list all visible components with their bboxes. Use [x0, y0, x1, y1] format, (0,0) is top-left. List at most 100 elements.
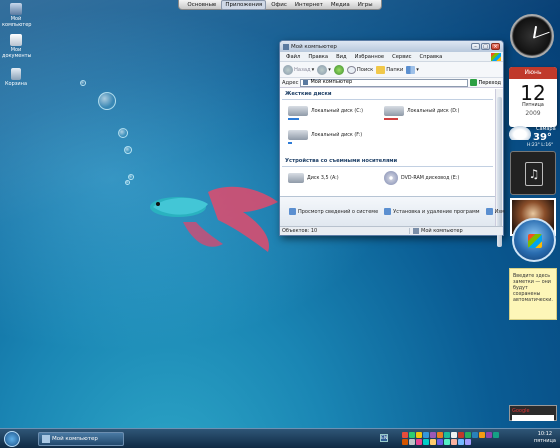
tray-app-icon[interactable] [479, 432, 485, 438]
launcher-tab-games[interactable]: Игры [355, 1, 376, 9]
dvd-drive-icon [384, 171, 398, 185]
address-input[interactable]: Мой компьютер [300, 78, 469, 87]
minimize-button[interactable]: – [471, 43, 480, 50]
folders-button[interactable]: Папки [376, 65, 403, 74]
drive-item-a[interactable]: Диск 3,5 (A:) [288, 173, 339, 183]
views-button[interactable]: ▾ [406, 65, 419, 74]
desktop-icon-my-documents[interactable]: Мои документы [2, 34, 31, 59]
up-button[interactable] [333, 64, 344, 75]
start-orb-gadget[interactable] [512, 218, 556, 262]
drive-label: Локальный диск (F:) [311, 132, 363, 138]
task-label: Изм [494, 208, 505, 215]
windows-logo-icon [4, 430, 20, 447]
window-title: Мой компьютер [291, 43, 337, 50]
menu-view[interactable]: Вид [332, 54, 351, 60]
tray-app-icon[interactable] [423, 432, 429, 438]
wallpaper-bubble [98, 92, 116, 110]
task-change-setting[interactable]: Изм [485, 208, 505, 215]
calendar-month: Июнь [509, 67, 557, 79]
launcher-tab-basic[interactable]: Основные [184, 1, 219, 9]
close-button[interactable]: × [491, 43, 500, 50]
launcher-tab-internet[interactable]: Интернет [292, 1, 326, 9]
tray-app-icon[interactable] [472, 432, 478, 438]
menu-file[interactable]: Файл [282, 54, 304, 60]
tray-app-icon[interactable] [465, 439, 471, 445]
computer-icon [42, 434, 50, 443]
drive-item-e[interactable]: DVD-RAM дисковод (E:) [384, 171, 459, 185]
clock-gadget[interactable] [510, 14, 554, 58]
maximize-button[interactable]: □ [481, 43, 490, 50]
windows-logo-icon [491, 52, 501, 61]
vertical-scrollbar[interactable] [495, 89, 503, 247]
task-system-info[interactable]: Просмотр сведений о системе [289, 208, 378, 215]
launcher-tab-apps[interactable]: Приложения [221, 0, 267, 10]
tray-app-icon[interactable] [458, 432, 464, 438]
forward-button[interactable]: ▾ [317, 64, 331, 75]
toolbar: Назад ▾ ▾ Поиск Папки ▾ [280, 62, 503, 78]
calendar-day: 12 [520, 81, 546, 105]
drive-item-c[interactable]: Локальный диск (C:) [288, 106, 363, 120]
system-tray [402, 432, 502, 445]
menu-favorites[interactable]: Избранное [351, 54, 388, 60]
sticky-notes-gadget[interactable]: Введите здесь заметки — они будут сохран… [509, 268, 557, 320]
language-indicator[interactable]: EN [380, 434, 388, 442]
tray-app-icon[interactable] [402, 432, 408, 438]
task-add-remove-programs[interactable]: Установка и удаление программ [384, 208, 480, 215]
tray-app-icon[interactable] [409, 432, 415, 438]
back-label: Назад [294, 66, 311, 73]
drive-label: Диск 3,5 (A:) [307, 175, 339, 181]
computer-icon [413, 228, 419, 234]
desktop-icon-my-computer[interactable]: Мой компьютер [2, 3, 32, 28]
tray-app-icon[interactable] [444, 432, 450, 438]
media-gadget[interactable]: ♫ [510, 151, 556, 195]
tray-app-icon[interactable] [437, 439, 443, 445]
section-header-removable: Устройства со съемными носителями [282, 156, 493, 167]
launcher-tab-office[interactable]: Офис [268, 1, 290, 9]
window-titlebar[interactable]: Мой компьютер – □ × [280, 41, 503, 52]
tray-app-icon[interactable] [416, 439, 422, 445]
status-object-count: Объектов: 10 [280, 228, 410, 234]
drive-usage-bar [384, 118, 398, 120]
weather-gadget[interactable]: Самара 39° H:23° L:16° [509, 124, 559, 150]
tray-app-icon[interactable] [423, 439, 429, 445]
tray-app-icon[interactable] [430, 439, 436, 445]
menu-edit[interactable]: Правка [304, 54, 332, 60]
tray-app-icon[interactable] [486, 432, 492, 438]
tray-app-icon[interactable] [451, 439, 457, 445]
taskbar-day: пятница [533, 438, 556, 444]
desktop-icon-recycle-bin[interactable]: Корзина [2, 68, 30, 87]
menu-tools[interactable]: Сервис [388, 54, 415, 60]
launcher-tab-media[interactable]: Медиа [328, 1, 353, 9]
taskbar-window-button[interactable]: Мой компьютер [38, 431, 124, 446]
go-button[interactable]: Переход [470, 79, 501, 86]
tray-app-icon[interactable] [458, 439, 464, 445]
start-button[interactable] [0, 430, 24, 448]
tray-app-icon[interactable] [444, 439, 450, 445]
tray-app-icon[interactable] [409, 439, 415, 445]
tray-app-icon[interactable] [430, 432, 436, 438]
chevron-down-icon: ▾ [416, 66, 419, 73]
hard-drive-icon [288, 106, 308, 120]
scrollbar-thumb[interactable] [497, 97, 502, 247]
sticky-note-text[interactable]: Введите здесь заметки — они будут сохран… [513, 274, 553, 303]
tray-app-icon[interactable] [465, 432, 471, 438]
weather-range: H:23° L:16° [527, 143, 554, 148]
back-button[interactable]: Назад ▾ [283, 64, 315, 75]
tray-app-icon[interactable] [402, 439, 408, 445]
tray-app-icon[interactable] [437, 432, 443, 438]
wallpaper-bubble [124, 146, 132, 154]
desktop-icon-label: Мой компьютер [2, 16, 32, 28]
tray-app-icon[interactable] [493, 432, 499, 438]
drive-item-f[interactable]: Локальный диск (F:) [288, 130, 363, 144]
search-button[interactable]: Поиск [346, 65, 373, 74]
explorer-window: Мой компьютер – □ × Файл Правка Вид Избр… [279, 40, 505, 247]
taskbar-clock[interactable]: 10:12 пятница [534, 431, 556, 445]
calendar-gadget[interactable]: Июнь 12 Пятница 2009 [509, 67, 557, 127]
menu-help[interactable]: Справка [415, 54, 446, 60]
tray-app-icon[interactable] [451, 432, 457, 438]
search-input[interactable] [512, 415, 554, 421]
drive-item-d[interactable]: Локальный диск (D:) [384, 106, 459, 120]
search-gadget[interactable]: Google [509, 405, 557, 421]
tray-app-icon[interactable] [416, 432, 422, 438]
chevron-down-icon: ▾ [311, 66, 315, 73]
